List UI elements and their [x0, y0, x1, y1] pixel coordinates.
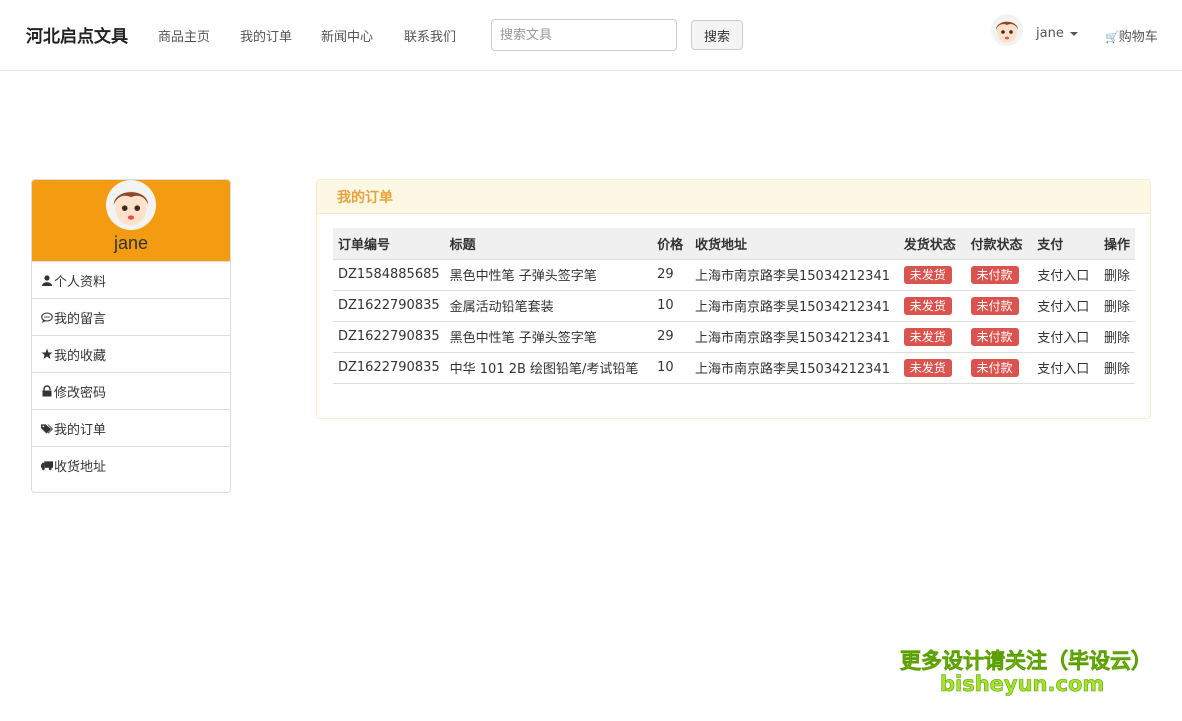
watermark-text: 更多设计请关注（毕设云） [900, 649, 1153, 674]
order-id: DZ1622790835 [333, 321, 445, 353]
sidebar-item-label: 修改密码 [54, 385, 107, 401]
search-button[interactable]: 搜索 [691, 20, 743, 50]
order-address: 上海市南京路李昊15034212341 [690, 352, 899, 384]
order-id: DZ1584885685 [333, 259, 445, 291]
nav-link-news[interactable]: 新闻中心 [321, 26, 373, 45]
table-header-row: 订单编号 标题 价格 收货地址 发货状态 付款状态 支付 操作 [333, 228, 1135, 260]
profile-username: jane [113, 233, 149, 253]
order-title: 黑色中性笔 子弹头签字笔 [444, 321, 653, 353]
orders-panel: 我的订单 订单编号 标题 价格 收货地址 发货状态 付款状态 支付 操作 DZ1… [316, 179, 1151, 419]
top-navbar: 河北启点文具 商品主页 我的订单 新闻中心 联系我们 搜索 jane 🛒购物车 [0, 0, 1182, 71]
table-row: DZ1622790835 黑色中性笔 子弹头签字笔 29 上海市南京路李昊150… [333, 321, 1135, 353]
column-header: 价格 [652, 228, 691, 260]
pay-link[interactable]: 支付入口 [1032, 259, 1099, 291]
pay-status-badge: 未付款 [970, 358, 1019, 377]
pay-link[interactable]: 支付入口 [1032, 352, 1099, 384]
user-dropdown-label: jane [1036, 26, 1064, 41]
nav-link-products[interactable]: 商品主页 [158, 26, 210, 45]
delete-link[interactable]: 删除 [1098, 259, 1135, 291]
table-row: DZ1622790835 中华 101 2B 绘图铅笔/考试铅笔 10 上海市南… [333, 352, 1135, 384]
order-title: 金属活动铅笔套装 [444, 290, 653, 322]
cart-link[interactable]: 🛒购物车 [1105, 26, 1158, 45]
order-address: 上海市南京路李昊15034212341 [690, 259, 899, 291]
panel-title: 我的订单 [317, 180, 1150, 214]
sidebar-item-my-orders[interactable]: 我的订单 [32, 409, 230, 446]
column-header: 付款状态 [965, 228, 1033, 260]
user-sidebar: jane 个人资料 我的留言 我的收藏 修改密码 我的订单 收货地址 [31, 179, 231, 493]
order-address: 上海市南京路李昊15034212341 [690, 321, 899, 353]
watermark-url: bisheyun.com [940, 672, 1105, 697]
delete-link[interactable]: 删除 [1098, 321, 1135, 353]
sidebar-item-label: 收货地址 [54, 459, 107, 475]
column-header: 收货地址 [690, 228, 899, 260]
search-input[interactable] [491, 19, 677, 51]
column-header: 支付 [1032, 228, 1099, 260]
user-icon [41, 274, 53, 286]
table-row: DZ1622790835 金属活动铅笔套装 10 上海市南京路李昊1503421… [333, 290, 1135, 322]
delete-link[interactable]: 删除 [1098, 290, 1135, 322]
sidebar-item-label: 我的收藏 [54, 348, 107, 364]
order-price: 29 [652, 321, 691, 353]
pay-status-badge: 未付款 [970, 327, 1019, 346]
order-price: 29 [652, 259, 691, 291]
pay-status-badge: 未付款 [970, 265, 1019, 284]
order-title: 黑色中性笔 子弹头签字笔 [444, 259, 653, 291]
column-header: 标题 [444, 228, 653, 260]
sidebar-item-favorites[interactable]: 我的收藏 [32, 335, 230, 372]
column-header: 操作 [1098, 228, 1135, 260]
pay-status-badge: 未付款 [970, 296, 1019, 315]
order-id: DZ1622790835 [333, 290, 445, 322]
profile-header: jane [32, 180, 230, 261]
order-id: DZ1622790835 [333, 352, 445, 384]
sidebar-item-label: 我的留言 [54, 311, 107, 327]
sidebar-item-profile[interactable]: 个人资料 [32, 261, 230, 298]
pay-link[interactable]: 支付入口 [1032, 290, 1099, 322]
column-header: 订单编号 [333, 228, 445, 260]
ship-status-badge: 未发货 [903, 327, 952, 346]
tags-icon [41, 422, 53, 434]
sidebar-item-label: 个人资料 [54, 274, 107, 290]
sidebar-item-shipping-address[interactable]: 收货地址 [32, 446, 230, 483]
delete-link[interactable]: 删除 [1098, 352, 1135, 384]
truck-icon [41, 459, 53, 471]
cart-label: 购物车 [1118, 30, 1158, 45]
order-address: 上海市南京路李昊15034212341 [690, 290, 899, 322]
pay-link[interactable]: 支付入口 [1032, 321, 1099, 353]
profile-avatar [106, 180, 156, 230]
ship-status-badge: 未发货 [903, 358, 952, 377]
ship-status-badge: 未发货 [903, 296, 952, 315]
nav-link-contact[interactable]: 联系我们 [404, 26, 456, 45]
user-avatar[interactable] [991, 14, 1023, 46]
table-row: DZ1584885685 黑色中性笔 子弹头签字笔 29 上海市南京路李昊150… [333, 259, 1135, 291]
ship-status-badge: 未发货 [903, 265, 952, 284]
sidebar-item-messages[interactable]: 我的留言 [32, 298, 230, 335]
sidebar-item-change-password[interactable]: 修改密码 [32, 372, 230, 409]
order-price: 10 [652, 290, 691, 322]
order-price: 10 [652, 352, 691, 384]
nav-link-my-orders[interactable]: 我的订单 [240, 26, 292, 45]
order-title: 中华 101 2B 绘图铅笔/考试铅笔 [444, 352, 653, 384]
cart-icon: 🛒 [1105, 31, 1119, 44]
lock-icon [41, 385, 53, 397]
sidebar-item-label: 我的订单 [54, 422, 107, 438]
star-icon [41, 348, 53, 360]
orders-table: 订单编号 标题 价格 收货地址 发货状态 付款状态 支付 操作 DZ158488… [333, 228, 1135, 384]
column-header: 发货状态 [898, 228, 966, 260]
comment-icon [41, 311, 53, 323]
brand-logo[interactable]: 河北启点文具 [26, 22, 128, 47]
user-dropdown[interactable]: jane [1036, 26, 1078, 41]
caret-down-icon [1069, 31, 1078, 36]
